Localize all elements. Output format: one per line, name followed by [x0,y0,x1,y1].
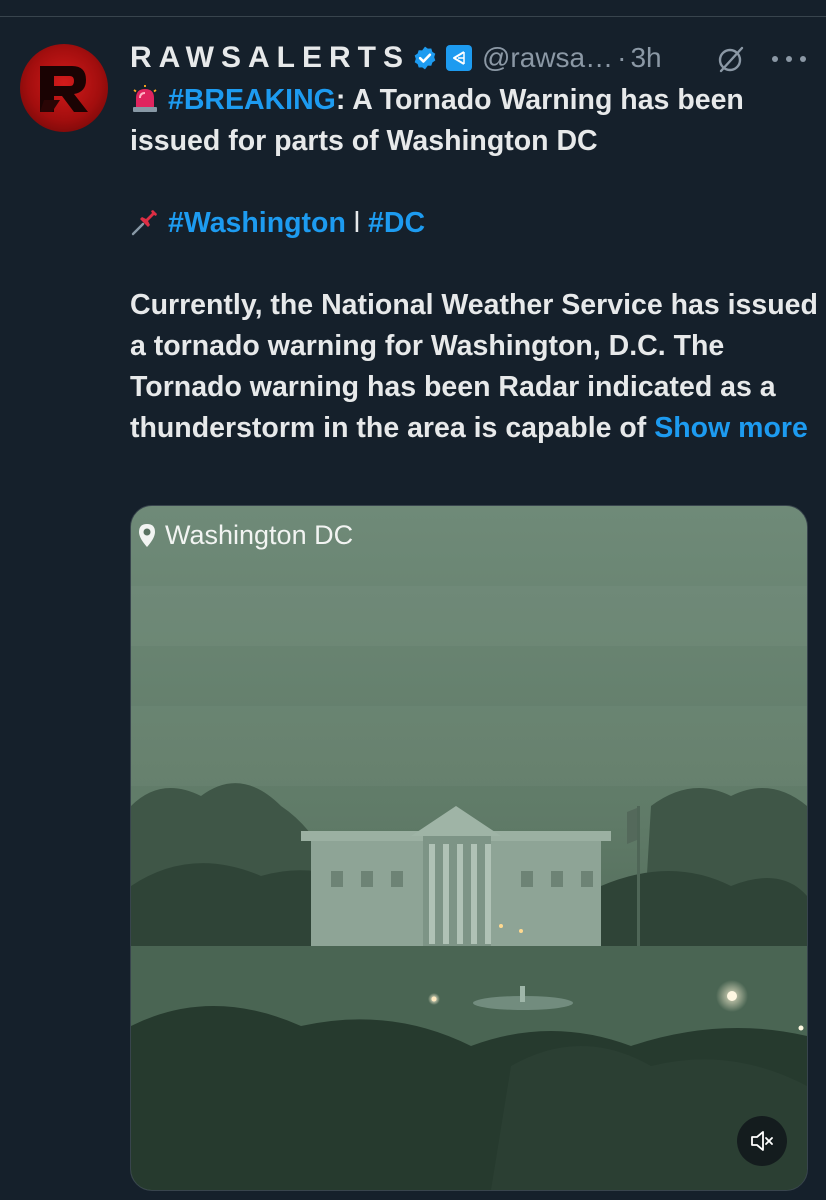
more-options-icon[interactable] [772,46,806,72]
tweet-timestamp[interactable]: 3h [630,42,661,74]
user-handle[interactable]: @rawsa… [482,42,613,74]
show-more-link[interactable]: Show more [654,412,808,444]
location-text: Washington DC [165,520,354,550]
affiliate-badge-icon[interactable] [446,45,472,71]
volume-muted-icon [751,1131,773,1151]
video-location-label: Washington DC [137,520,353,551]
hashtag-breaking[interactable]: #BREAKING [168,84,336,116]
tweet-header: RAWSALERTS @rawsa… · 3h [130,38,662,78]
tweet-line-breaking: #BREAKING: A Tornado Warning has been is… [130,80,820,162]
verified-badge-icon [414,46,436,70]
siren-emoji-icon [133,85,157,112]
tweet-video[interactable]: Washington DC [130,505,808,1191]
tweet-text: #BREAKING: A Tornado Warning has been is… [130,80,820,449]
rawsalerts-logo-icon [40,66,88,112]
mute-button[interactable] [737,1116,787,1166]
header-separator: · [617,42,627,73]
hashtag-separator: l [353,207,361,239]
display-name[interactable]: RAWSALERTS [130,41,410,75]
avatar[interactable] [20,44,108,132]
grok-icon[interactable] [716,44,746,74]
tweet-body: Currently, the National Weather Service … [130,285,820,449]
hashtag-washington[interactable]: #Washington [168,207,346,239]
hashtag-dc[interactable]: #DC [368,207,425,239]
pushpin-emoji-icon [131,210,157,236]
tweet-line-hashtags: #Washington l #DC [130,203,820,244]
white-house-storm-scene [131,506,807,1190]
top-divider [0,16,826,17]
location-pin-icon [139,523,155,547]
